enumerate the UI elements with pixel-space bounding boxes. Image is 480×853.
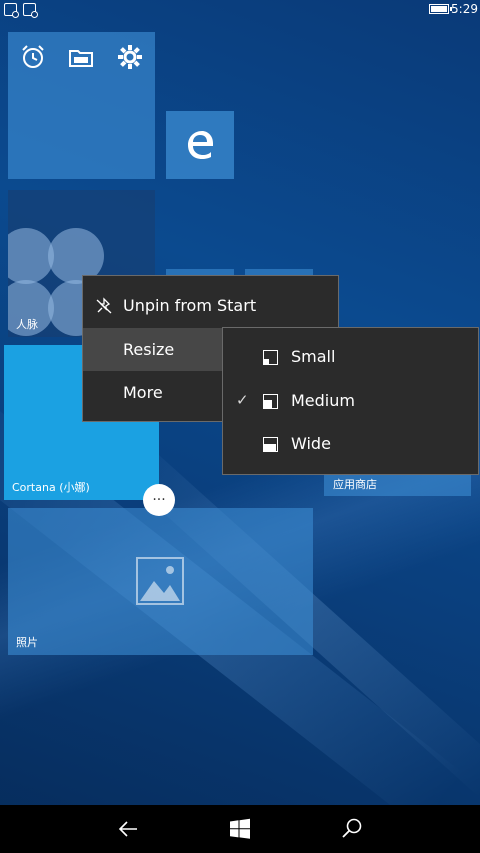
wide-size-icon: [263, 437, 278, 452]
battery-icon: [429, 4, 453, 14]
status-bar: 5:29: [0, 0, 480, 20]
windows-logo-icon[interactable]: [228, 817, 252, 841]
gear-icon: [118, 45, 142, 69]
photos-icon: [136, 557, 184, 605]
resize-option-wide[interactable]: Wide: [223, 423, 478, 466]
alarm-clock-icon: [22, 45, 44, 68]
resize-option-label: Small: [291, 347, 336, 366]
tile-more-options-button[interactable]: ···: [143, 484, 175, 516]
edge-browser-icon: [188, 131, 213, 159]
resize-option-label: Medium: [291, 391, 355, 410]
search-icon[interactable]: [340, 817, 364, 841]
resize-option-medium[interactable]: ✓ Medium: [223, 380, 478, 423]
tile-photos[interactable]: 照片: [8, 508, 313, 655]
file-explorer-icon: [69, 50, 93, 67]
medium-size-icon: [263, 394, 278, 409]
unpin-icon: [96, 297, 112, 314]
back-icon[interactable]: [116, 817, 140, 841]
navigation-bar: [0, 805, 480, 853]
status-time: 5:29: [451, 2, 478, 16]
menu-item-label: Resize: [123, 340, 175, 359]
menu-item-label: Unpin from Start: [123, 296, 257, 315]
menu-item-unpin[interactable]: Unpin from Start: [83, 284, 338, 327]
notification-icon: [4, 3, 19, 18]
resize-option-small[interactable]: Small: [223, 336, 478, 379]
resize-submenu: Small ✓ Medium Wide: [222, 327, 479, 475]
checkmark-icon: ✓: [236, 391, 249, 409]
notification-icon: [23, 3, 38, 18]
tile-label: 应用商店: [333, 478, 377, 491]
tile-label: 照片: [16, 636, 38, 649]
small-size-icon: [263, 350, 278, 365]
tile-label: Cortana (小娜): [12, 481, 90, 494]
resize-option-label: Wide: [291, 434, 331, 453]
tile-edge[interactable]: [166, 111, 234, 179]
status-notifications: [4, 3, 38, 18]
menu-item-label: More: [123, 383, 163, 402]
tile-label: 人脉: [16, 318, 38, 331]
status-right: 5:29: [429, 2, 478, 16]
tile-folder-group[interactable]: [8, 32, 155, 179]
